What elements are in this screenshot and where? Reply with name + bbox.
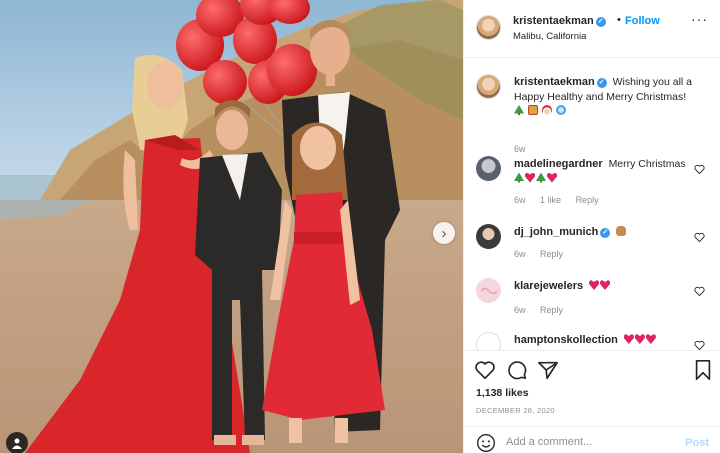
separator-dot: •	[617, 14, 621, 26]
santa-icon	[541, 105, 552, 115]
reply-button[interactable]: Reply	[540, 249, 563, 259]
comment-meta: 6w Reply	[514, 305, 575, 315]
heart-emoji-icon	[645, 334, 656, 344]
family-beach-photo	[0, 0, 463, 453]
comment-meta: 6w Reply	[514, 249, 575, 259]
like-comment-heart-icon[interactable]	[694, 286, 705, 296]
like-heart-icon[interactable]	[474, 359, 496, 381]
save-bookmark-icon[interactable]	[692, 359, 714, 381]
caption-username[interactable]: kristentaekman ✓	[514, 76, 607, 88]
heart-emoji-icon	[547, 172, 557, 183]
post-date[interactable]: DECEMBER 28, 2020	[476, 406, 555, 415]
comment-age[interactable]: 6w	[514, 195, 526, 205]
comment-text-block: dj_john_munich ✓	[514, 225, 694, 240]
comment-username[interactable]: hamptonskollection	[514, 334, 618, 346]
christmas-tree-icon	[514, 172, 524, 183]
comment-text-block: hamptonskollection	[514, 333, 694, 348]
christmas-tree-icon	[514, 105, 524, 115]
likes-count[interactable]: 1,138 likes	[476, 387, 529, 399]
author-avatar[interactable]	[476, 15, 501, 40]
post-location[interactable]: Malibu, California	[513, 31, 586, 42]
commenter-avatar[interactable]	[476, 332, 501, 350]
author-username[interactable]: kristentaekman ✓	[513, 15, 606, 27]
reply-button[interactable]: Reply	[576, 195, 599, 205]
comment-username[interactable]: madelinegardner	[514, 158, 603, 170]
like-comment-heart-icon[interactable]	[694, 164, 705, 174]
heart-emoji-icon	[525, 172, 535, 183]
post-header: kristentaekman ✓ • Follow Malibu, Califor…	[464, 0, 720, 58]
more-horizontal-icon[interactable]: ···	[691, 12, 708, 26]
emoji-smile-icon[interactable]	[476, 433, 496, 453]
snowflake-icon	[555, 105, 566, 115]
comment-username[interactable]: klarejewelers	[514, 280, 583, 292]
caption-avatar[interactable]	[476, 74, 501, 99]
post-actions: 1,138 likes DECEMBER 28, 2020	[464, 350, 720, 426]
follow-button[interactable]: Follow	[625, 15, 660, 27]
gift-icon	[527, 105, 538, 115]
verified-badge-icon: ✓	[595, 17, 606, 27]
comment-text: Merry Christmas	[608, 158, 686, 170]
heart-emoji-icon	[623, 334, 634, 344]
commenter-avatar[interactable]	[476, 278, 501, 303]
heart-emoji-icon	[589, 280, 600, 290]
comment-bubble-icon[interactable]	[506, 359, 528, 381]
like-comment-heart-icon[interactable]	[694, 232, 705, 242]
comment-meta: 6w 1 like Reply	[514, 195, 611, 205]
next-photo-button[interactable]: ›	[433, 222, 455, 244]
post-photo[interactable]: ›	[0, 0, 463, 453]
post-side-panel: kristentaekman ✓ • Follow Malibu, Califor…	[463, 0, 720, 453]
christmas-tree-icon	[536, 172, 546, 183]
post-comment-button[interactable]: Post	[685, 437, 709, 449]
comment-age[interactable]: 6w	[514, 249, 526, 259]
comment-age[interactable]: 6w	[514, 305, 526, 315]
comment-text-block: klarejewelers	[514, 279, 694, 294]
tagged-users-icon[interactable]	[6, 432, 28, 453]
comments-list[interactable]: kristentaekman ✓ Wishing you all a Happy …	[464, 58, 720, 350]
caption-meta: 6w	[514, 144, 538, 154]
heart-emoji-icon	[634, 334, 645, 344]
heart-emoji-icon	[600, 280, 611, 290]
folded-hands-icon	[616, 226, 627, 236]
comment-text-block: madelinegardner Merry Christmas	[514, 157, 694, 186]
share-paper-plane-icon[interactable]	[537, 359, 559, 381]
comment-likes[interactable]: 1 like	[540, 195, 561, 205]
reply-button[interactable]: Reply	[540, 305, 563, 315]
like-comment-heart-icon[interactable]	[694, 340, 705, 350]
verified-badge-icon: ✓	[596, 78, 607, 88]
comment-input[interactable]	[506, 436, 666, 448]
caption-text-block: kristentaekman ✓ Wishing you all a Happy …	[514, 75, 699, 119]
comment-username[interactable]: dj_john_munich ✓	[514, 226, 611, 238]
commenter-avatar[interactable]	[476, 224, 501, 249]
verified-badge-icon: ✓	[600, 228, 611, 238]
caption-age[interactable]: 6w	[514, 144, 526, 154]
add-comment-bar: Post	[464, 426, 720, 453]
commenter-avatar[interactable]	[476, 156, 501, 181]
